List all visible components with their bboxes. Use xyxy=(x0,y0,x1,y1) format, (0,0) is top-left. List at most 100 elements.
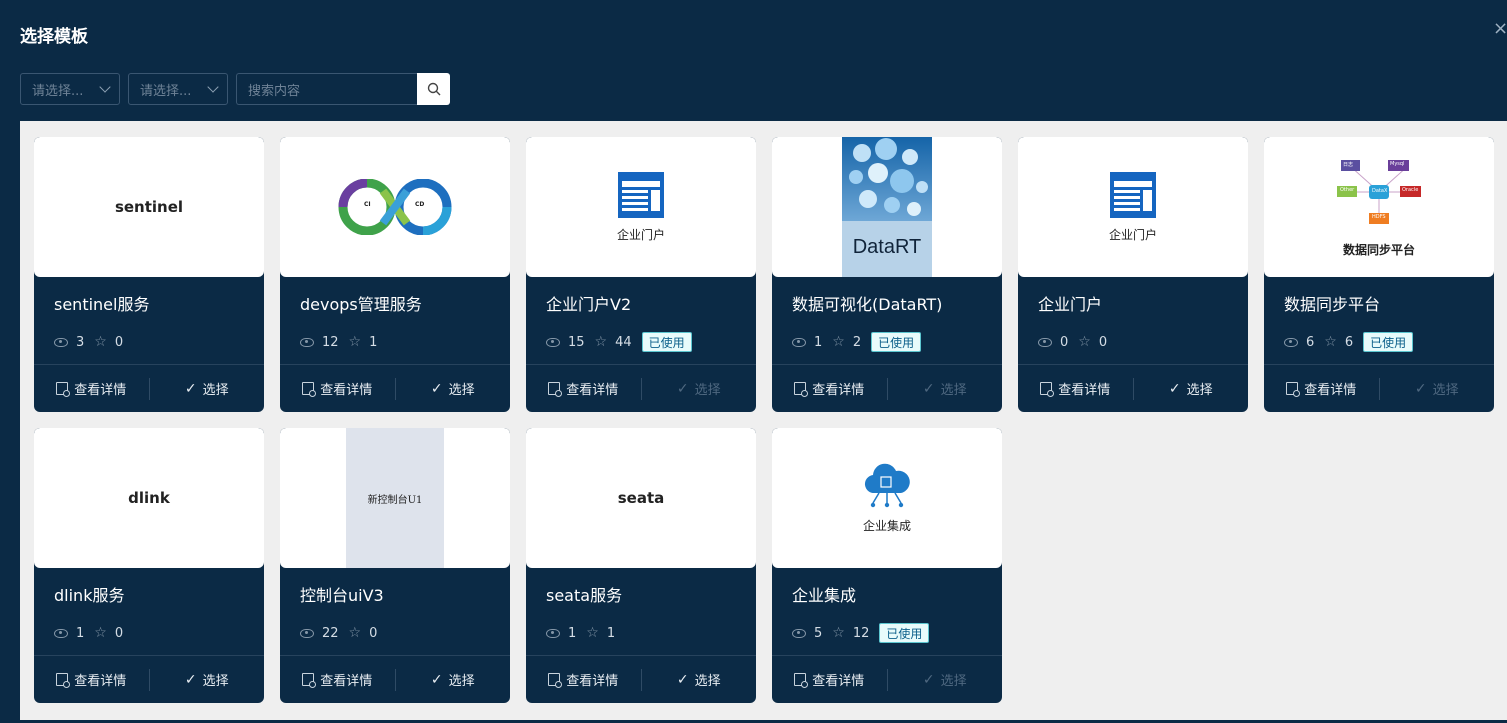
card-title: 数据可视化(DataRT) xyxy=(792,295,943,314)
card-actions: 查看详情 ✓ 选择 xyxy=(526,655,756,703)
view-detail-button[interactable]: 查看详情 xyxy=(772,365,887,413)
check-icon: ✓ xyxy=(676,671,689,688)
select-button[interactable]: ✓ 选择 xyxy=(150,365,265,413)
star-count: 1 xyxy=(606,625,616,641)
search-icon xyxy=(427,82,440,96)
used-badge: 已使用 xyxy=(1363,332,1414,352)
portal-label: 企业门户 xyxy=(616,227,665,242)
view-count: 22 xyxy=(322,625,339,641)
star-count: 12 xyxy=(852,625,870,641)
eye-icon xyxy=(1038,337,1052,347)
document-search-icon xyxy=(56,673,71,688)
select-button[interactable]: ✓ 选择 xyxy=(888,656,1003,704)
document-search-icon xyxy=(302,673,317,688)
template-card[interactable]: 企业门户 企业门户V2 15 ☆ 44 已使用 查看详情 ✓ 选择 xyxy=(526,137,756,412)
view-detail-button[interactable]: 查看详情 xyxy=(1264,365,1379,413)
sentinel-logo: sentinel xyxy=(114,198,184,216)
star-icon: ☆ xyxy=(1078,334,1091,350)
eye-icon xyxy=(300,628,314,638)
select-button[interactable]: ✓ 选择 xyxy=(1380,365,1495,413)
select-button[interactable]: ✓ 选择 xyxy=(642,365,757,413)
star-icon: ☆ xyxy=(832,334,845,350)
select-button[interactable]: ✓ 选择 xyxy=(1134,365,1249,413)
portal-label: 企业门户 xyxy=(1108,227,1157,242)
type-select[interactable]: 请选择... xyxy=(128,73,228,105)
close-icon[interactable]: × xyxy=(1493,18,1507,38)
template-card[interactable]: 日志 Mysql Other DataX Oracle HDFS 数据同步平台 … xyxy=(1264,137,1494,412)
node-label: Mysql xyxy=(1390,161,1405,167)
select-label: 选择 xyxy=(448,674,475,689)
card-thumbnail: 企业门户 xyxy=(526,137,756,277)
template-card[interactable]: 新控制台U1 控制台uiV3 22 ☆ 0 查看详情 ✓ 选择 xyxy=(280,428,510,703)
view-detail-button[interactable]: 查看详情 xyxy=(34,365,149,413)
document-search-icon xyxy=(548,673,563,688)
card-title: seata服务 xyxy=(546,586,623,605)
star-count: 2 xyxy=(852,334,862,350)
card-thumbnail: 企业集成 xyxy=(772,428,1002,568)
used-badge: 已使用 xyxy=(879,623,930,643)
view-detail-label: 查看详情 xyxy=(320,383,373,398)
view-detail-button[interactable]: 查看详情 xyxy=(280,365,395,413)
search-button[interactable] xyxy=(417,73,450,105)
select-button[interactable]: ✓ 选择 xyxy=(396,656,511,704)
search-input[interactable]: 搜索内容 xyxy=(236,73,417,105)
card-actions: 查看详情 ✓ 选择 xyxy=(1264,364,1494,412)
star-icon: ☆ xyxy=(94,334,107,350)
card-thumbnail: CI CD xyxy=(280,137,510,277)
template-card[interactable]: dlink dlink服务 1 ☆ 0 查看详情 ✓ 选择 xyxy=(34,428,264,703)
select-button[interactable]: ✓ 选择 xyxy=(150,656,265,704)
card-title: sentinel服务 xyxy=(54,295,150,314)
eye-icon xyxy=(792,337,806,347)
view-detail-button[interactable]: 查看详情 xyxy=(280,656,395,704)
card-thumbnail: sentinel xyxy=(34,137,264,277)
category-select-placeholder: 请选择... xyxy=(32,83,84,99)
template-card[interactable]: CI CD devops管理服务 12 ☆ 1 查看详情 ✓ 选择 xyxy=(280,137,510,412)
select-button[interactable]: ✓ 选择 xyxy=(396,365,511,413)
category-select[interactable]: 请选择... xyxy=(20,73,120,105)
star-count: 6 xyxy=(1344,334,1354,350)
card-thumbnail: 新控制台U1 xyxy=(280,428,510,568)
check-icon: ✓ xyxy=(1168,380,1181,397)
card-title: devops管理服务 xyxy=(300,295,422,314)
cd-label: CD xyxy=(415,201,425,208)
star-icon: ☆ xyxy=(348,625,362,641)
view-detail-button[interactable]: 查看详情 xyxy=(526,656,641,704)
view-count: 5 xyxy=(814,625,823,641)
seata-logo: seata xyxy=(617,489,665,507)
star-icon: ☆ xyxy=(94,625,107,641)
star-count: 0 xyxy=(369,625,378,641)
template-card[interactable]: 企业集成 企业集成 5 ☆ 12 已使用 查看详情 ✓ 选择 xyxy=(772,428,1002,703)
select-button[interactable]: ✓ 选择 xyxy=(888,365,1003,413)
view-detail-label: 查看详情 xyxy=(74,383,127,398)
datart-label: DataRT xyxy=(852,236,922,258)
view-detail-button[interactable]: 查看详情 xyxy=(772,656,887,704)
portal-window-icon xyxy=(617,171,664,218)
card-thumbnail: seata xyxy=(526,428,756,568)
sync-platform-label: 数据同步平台 xyxy=(1342,243,1415,257)
card-stats: 15 ☆ 44 已使用 xyxy=(546,331,692,353)
view-detail-label: 查看详情 xyxy=(320,674,373,689)
check-icon: ✓ xyxy=(184,380,197,397)
view-detail-label: 查看详情 xyxy=(812,383,865,398)
view-detail-button[interactable]: 查看详情 xyxy=(526,365,641,413)
cloud-network-icon xyxy=(864,463,910,507)
view-detail-button[interactable]: 查看详情 xyxy=(1018,365,1133,413)
select-button[interactable]: ✓ 选择 xyxy=(642,656,757,704)
template-card[interactable]: 企业门户 企业门户 0 ☆ 0 查看详情 ✓ 选择 xyxy=(1018,137,1248,412)
template-card[interactable]: sentinel sentinel服务 3 ☆ 0 查看详情 ✓ 选择 xyxy=(34,137,264,412)
card-title: dlink服务 xyxy=(54,586,125,605)
ci-label: CI xyxy=(364,201,371,208)
console-cover: 新控制台U1 xyxy=(346,428,444,568)
star-count: 0 xyxy=(114,334,124,350)
select-label: 选择 xyxy=(940,383,967,398)
check-icon: ✓ xyxy=(430,380,443,397)
node-label: 日志 xyxy=(1343,162,1354,168)
template-grid: sentinel sentinel服务 3 ☆ 0 查看详情 ✓ 选择 CI C… xyxy=(20,121,1507,720)
eye-icon xyxy=(546,337,560,347)
select-label: 选择 xyxy=(1186,383,1213,398)
template-card[interactable]: DataRT 数据可视化(DataRT) 1 ☆ 2 已使用 查看详情 ✓ 选择 xyxy=(772,137,1002,412)
card-title: 企业门户V2 xyxy=(546,295,632,314)
select-label: 选择 xyxy=(694,674,721,689)
template-card[interactable]: seata seata服务 1 ☆ 1 查看详情 ✓ 选择 xyxy=(526,428,756,703)
view-detail-button[interactable]: 查看详情 xyxy=(34,656,149,704)
